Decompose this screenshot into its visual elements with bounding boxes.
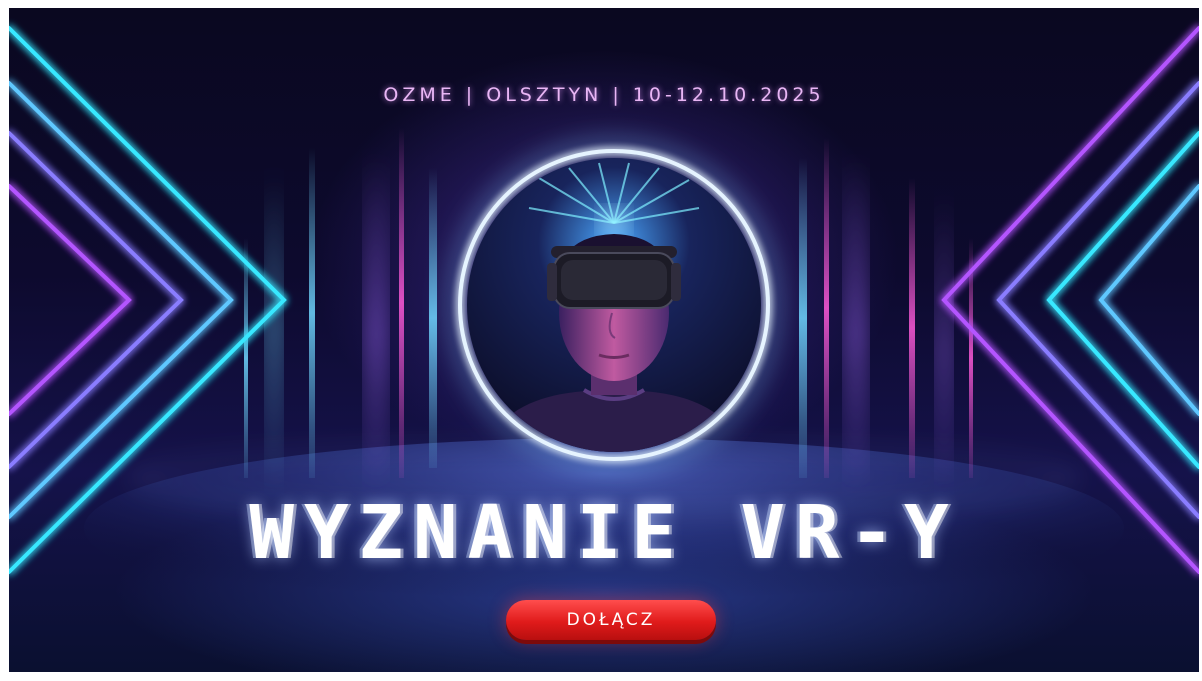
event-banner: OZME | OLSZTYN | 10-12.10.2025 WYZNANIE …	[9, 8, 1199, 672]
light-beams-left	[244, 128, 437, 478]
join-button[interactable]: DOŁĄCZ	[506, 600, 716, 640]
event-info: OZME | OLSZTYN | 10-12.10.2025	[383, 84, 825, 106]
headline-title: WYZNANIE VR-Y	[249, 490, 959, 576]
light-beams-right	[799, 138, 973, 478]
